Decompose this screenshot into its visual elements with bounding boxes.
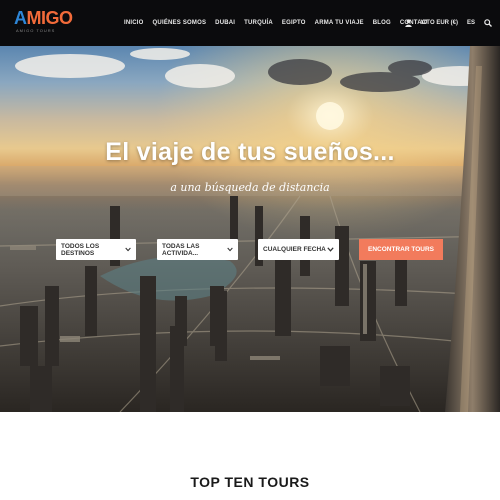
top-tours-section: TOP TEN TOURS [0, 412, 500, 500]
brand-logo[interactable]: AMIGO AMIGO TOURS [14, 8, 73, 38]
nav-item-turquia[interactable]: TURQUÍA [244, 20, 273, 26]
nav-item-inicio[interactable]: INICIO [124, 20, 144, 26]
destination-select-value: TODOS LOS DESTINOS [61, 242, 100, 257]
user-icon[interactable] [404, 19, 412, 27]
currency-selector[interactable]: EUR (€) [436, 20, 458, 26]
date-select[interactable]: CUALQUIER FECHA [258, 239, 339, 260]
brand-name: AMIGO [14, 8, 73, 28]
tour-search-form: TODOS LOS DESTINOS TODAS LAS ACTIVIDA...… [56, 239, 446, 261]
find-tours-button[interactable]: ENCONTRAR TOURS [359, 239, 443, 260]
top-navbar: AMIGO AMIGO TOURS INICIO QUIÉNES SOMOS D… [0, 0, 500, 46]
city-skyline-image [0, 46, 500, 412]
chevron-down-icon [227, 247, 233, 252]
destination-select[interactable]: TODOS LOS DESTINOS [56, 239, 136, 260]
search-icon[interactable] [484, 19, 492, 27]
nav-item-arma-tu-viaje[interactable]: ARMA TU VIAJE [315, 20, 364, 26]
date-select-value: CUALQUIER FECHA [263, 246, 326, 253]
brand-tagline: AMIGO TOURS [16, 28, 56, 33]
hero-subtitle: a una búsqueda de distancia [170, 181, 330, 194]
activity-select[interactable]: TODAS LAS ACTIVIDA... [157, 239, 238, 260]
chevron-down-icon [125, 247, 131, 252]
activity-select-value: TODAS LAS ACTIVIDA... [162, 242, 200, 257]
nav-item-quienes-somos[interactable]: QUIÉNES SOMOS [153, 20, 207, 26]
main-menu: INICIO QUIÉNES SOMOS DUBAI TURQUÍA EGIPT… [124, 0, 435, 46]
chevron-down-icon [327, 247, 334, 252]
nav-utilities: ¥0 EUR (€) ES [404, 0, 492, 46]
cart-amount[interactable]: ¥0 [421, 20, 428, 26]
section-title: TOP TEN TOURS [190, 474, 310, 490]
nav-item-egipto[interactable]: EGIPTO [282, 20, 306, 26]
nav-item-dubai[interactable]: DUBAI [215, 20, 235, 26]
hero-banner: El viaje de tus sueños... a una búsqueda… [0, 46, 500, 412]
nav-item-blog[interactable]: BLOG [373, 20, 391, 26]
hero-title: El viaje de tus sueños... [105, 138, 395, 166]
language-selector[interactable]: ES [467, 20, 475, 26]
